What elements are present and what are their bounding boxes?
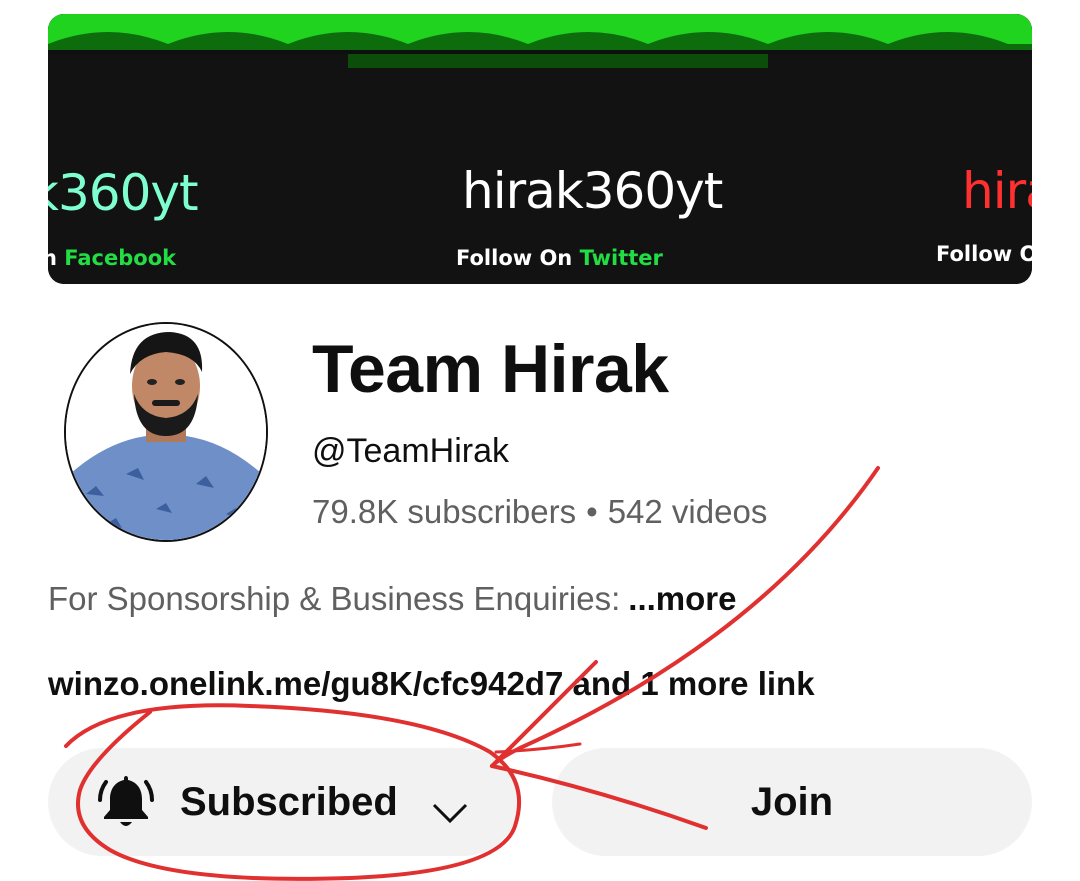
banner-follow-network: Twitter: [579, 246, 663, 270]
banner-follow-prefix: n: [48, 246, 57, 270]
description-text: For Sponsorship & Business Enquiries:: [48, 580, 621, 617]
channel-banner: k360yt hirak360yt hira n Facebook Follow…: [48, 14, 1032, 284]
video-count: 542 videos: [607, 493, 768, 530]
primary-link[interactable]: winzo.onelink.me/gu8K/cfc942d7: [48, 665, 563, 702]
banner-graphic: [48, 14, 1032, 284]
channel-name: Team Hirak: [312, 331, 669, 407]
more-links-text[interactable]: and 1 more link: [572, 665, 814, 702]
banner-follow-right: Follow O: [936, 242, 1032, 266]
banner-follow-network: Facebook: [64, 246, 177, 270]
channel-avatar[interactable]: [64, 322, 268, 542]
join-label: Join: [750, 779, 834, 824]
more-link[interactable]: ...more: [628, 580, 736, 617]
banner-follow-prefix: Follow On: [456, 246, 580, 270]
channel-description[interactable]: For Sponsorship & Business Enquiries:...…: [48, 580, 736, 618]
banner-follow-left: n Facebook: [48, 246, 176, 270]
subscribed-label: Subscribed: [180, 779, 398, 824]
stats-separator: •: [586, 493, 598, 530]
channel-links[interactable]: winzo.onelink.me/gu8K/cfc942d7 and 1 mor…: [48, 665, 815, 703]
channel-page: k360yt hirak360yt hira n Facebook Follow…: [0, 0, 1080, 881]
subscribed-button[interactable]: Subscribed: [48, 748, 518, 856]
banner-handle-center: hirak360yt: [462, 162, 723, 220]
banner-follow-prefix: Follow O: [936, 242, 1032, 266]
channel-stats: 79.8K subscribers • 542 videos: [312, 493, 767, 531]
banner-handle-right: hira: [962, 162, 1032, 220]
banner-handle-left: k360yt: [48, 164, 199, 222]
chevron-down-icon: [430, 790, 470, 824]
subscriber-count: 79.8K subscribers: [312, 493, 577, 530]
banner-follow-center: Follow On Twitter: [456, 246, 663, 270]
join-button[interactable]: Join: [552, 748, 1032, 856]
bell-icon: [98, 772, 154, 832]
avatar-illustration: [66, 324, 266, 540]
channel-handle: @TeamHirak: [312, 432, 509, 470]
